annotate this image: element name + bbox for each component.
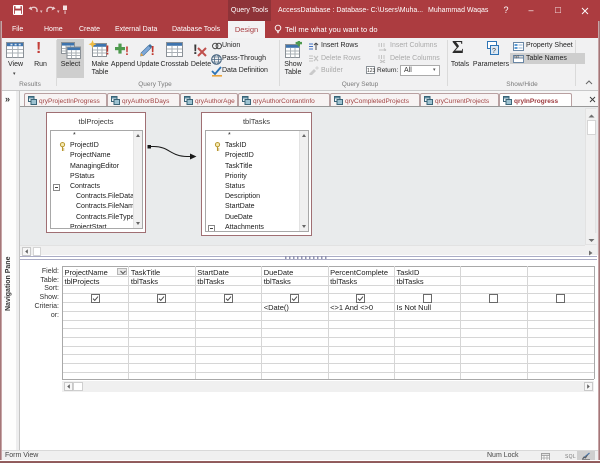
svg-text:xyz: xyz: [514, 55, 520, 59]
svg-text:!: !: [125, 44, 129, 58]
svg-text:!: !: [105, 43, 109, 58]
svg-text:!: !: [193, 41, 198, 57]
svg-text:123: 123: [367, 68, 376, 74]
svg-text:?: ?: [492, 48, 496, 55]
svg-text:!: !: [151, 43, 155, 58]
